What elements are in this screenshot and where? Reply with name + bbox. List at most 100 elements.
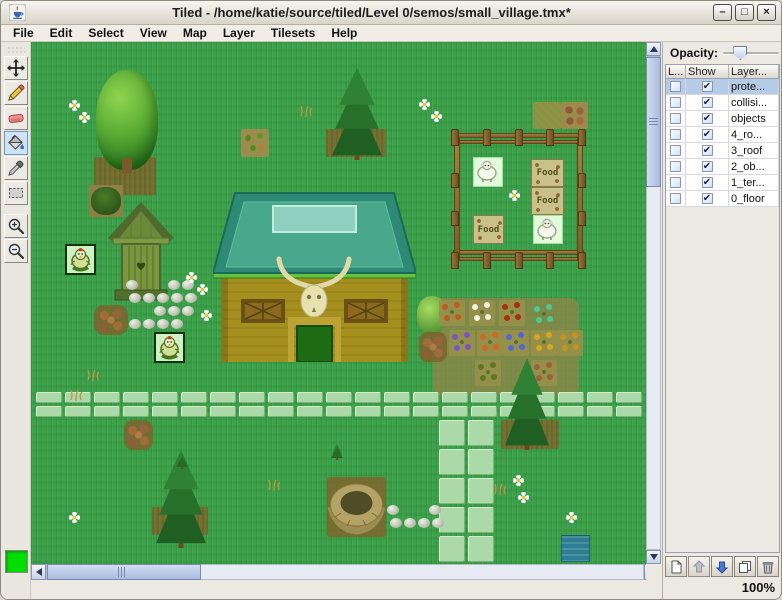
map-chicken-npc-tile (65, 244, 96, 275)
show-checkbox[interactable]: ✔ (702, 81, 713, 92)
layer-row[interactable]: ✔3_roof (666, 143, 779, 159)
move-icon (7, 59, 25, 77)
eyedropper-tool-button[interactable] (4, 156, 28, 180)
lock-checkbox[interactable] (670, 97, 681, 108)
map-flowerbed-tile (475, 360, 501, 386)
eraser-tool-button[interactable] (4, 106, 28, 130)
close-button[interactable]: × (757, 4, 776, 21)
map-pebble (143, 293, 155, 303)
move-tool-button[interactable] (4, 56, 28, 80)
lock-checkbox[interactable] (670, 193, 681, 204)
map-path-tile (439, 536, 465, 562)
opacity-slider-thumb[interactable] (733, 46, 747, 60)
menu-layer[interactable]: Layer (215, 25, 263, 41)
eraser-icon (7, 109, 25, 127)
layer-row[interactable]: ✔ objects (666, 111, 779, 127)
show-checkbox[interactable]: ✔ (702, 193, 713, 204)
menu-help[interactable]: Help (323, 25, 365, 41)
lock-checkbox[interactable] (670, 81, 681, 92)
show-checkbox[interactable]: ✔ (702, 113, 713, 124)
menu-file[interactable]: File (5, 25, 42, 41)
map-flowerbed-tile (531, 330, 557, 356)
fence-post (578, 211, 586, 226)
show-cell: ✔ (686, 191, 729, 206)
layer-row[interactable]: ✔prote... (666, 79, 779, 95)
window-title: Tiled - /home/katie/source/tiled/Level 0… (30, 5, 713, 20)
delete-layer-button[interactable] (757, 556, 779, 577)
opacity-slider[interactable] (723, 45, 779, 61)
horizontal-scrollbar[interactable] (31, 564, 659, 580)
map-path-tile (181, 406, 207, 417)
layer-row[interactable]: ✔2_ob... (666, 159, 779, 175)
zoom-in-icon (7, 217, 25, 235)
column-header-2: Layer... (729, 65, 779, 78)
menu-map[interactable]: Map (175, 25, 215, 41)
fence-post (483, 252, 491, 269)
map-flower (79, 112, 90, 123)
map-pebble (157, 293, 169, 303)
map-path-tile (558, 406, 584, 417)
map-path-tile (181, 392, 207, 403)
zoom-out-tool-button[interactable] (4, 239, 28, 263)
map-flower (69, 512, 80, 523)
menu-edit[interactable]: Edit (42, 25, 81, 41)
fence-post (546, 252, 554, 269)
map-pebble (157, 319, 169, 329)
layer-row[interactable]: ✔ collisi... (666, 95, 779, 111)
show-checkbox[interactable]: ✔ (702, 97, 713, 108)
column-header-1: Show (686, 65, 729, 78)
scroll-up-button[interactable] (646, 42, 661, 56)
layer-row[interactable]: ✔4_ro... (666, 127, 779, 143)
map-path-tile (268, 406, 294, 417)
fence-post (451, 252, 459, 269)
scroll-down-button[interactable] (646, 550, 661, 564)
lock-checkbox[interactable] (670, 145, 681, 156)
map-flowerbed-tile (439, 300, 465, 326)
menu-select[interactable]: Select (80, 25, 131, 41)
map-pine-tree (504, 358, 550, 450)
lock-checkbox[interactable] (670, 161, 681, 172)
menu-view[interactable]: View (132, 25, 175, 41)
map-path-tile (587, 392, 613, 403)
scroll-left-button[interactable] (31, 564, 46, 580)
marquee-tool-button[interactable] (4, 181, 28, 205)
pencil-tool-button[interactable] (4, 81, 28, 105)
lock-checkbox[interactable] (670, 177, 681, 188)
vertical-scrollbar[interactable] (646, 42, 661, 564)
layer-name: collisi... (729, 95, 779, 110)
map-pebble (387, 505, 399, 515)
minimize-button[interactable]: – (713, 4, 732, 21)
toolbar-drag-handle[interactable] (7, 46, 25, 53)
zoom-in-tool-button[interactable] (4, 214, 28, 238)
map-canvas[interactable]: FoodFoodFood (31, 42, 646, 564)
show-checkbox[interactable]: ✔ (702, 145, 713, 156)
map-grass-sprout (267, 478, 281, 496)
map-grass-sprout (69, 388, 83, 406)
map-pebble (171, 319, 183, 329)
fill-tool-button[interactable] (4, 131, 28, 155)
map-food-trough: Food (531, 187, 564, 215)
lock-checkbox[interactable] (670, 129, 681, 140)
scrollbar-thumb[interactable] (47, 564, 201, 580)
map-path-tile (94, 392, 120, 403)
lock-checkbox[interactable] (670, 113, 681, 124)
layer-row[interactable]: ✔0_floor (666, 191, 779, 207)
maximize-button[interactable]: □ (735, 4, 754, 21)
layer-row[interactable]: ✔1_ter... (666, 175, 779, 191)
scrollbar-thumb[interactable] (646, 57, 661, 187)
show-checkbox[interactable]: ✔ (702, 177, 713, 188)
show-checkbox[interactable]: ✔ (702, 129, 713, 140)
map-flower (197, 284, 208, 295)
map-pebble (185, 293, 197, 303)
map-path-tile (442, 392, 468, 403)
add-layer-button[interactable] (665, 556, 687, 577)
duplicate-layer-button[interactable] (734, 556, 756, 577)
move-layer-down-button[interactable] (711, 556, 733, 577)
opacity-slider-track[interactable] (723, 52, 779, 55)
map-flowerbed-tile (503, 330, 529, 356)
show-checkbox[interactable]: ✔ (702, 161, 713, 172)
layer-name: objects (729, 111, 779, 126)
menu-tilesets[interactable]: Tilesets (263, 25, 323, 41)
map-flowerbed-tile (557, 330, 583, 356)
map-mushroom-patch (124, 420, 153, 450)
